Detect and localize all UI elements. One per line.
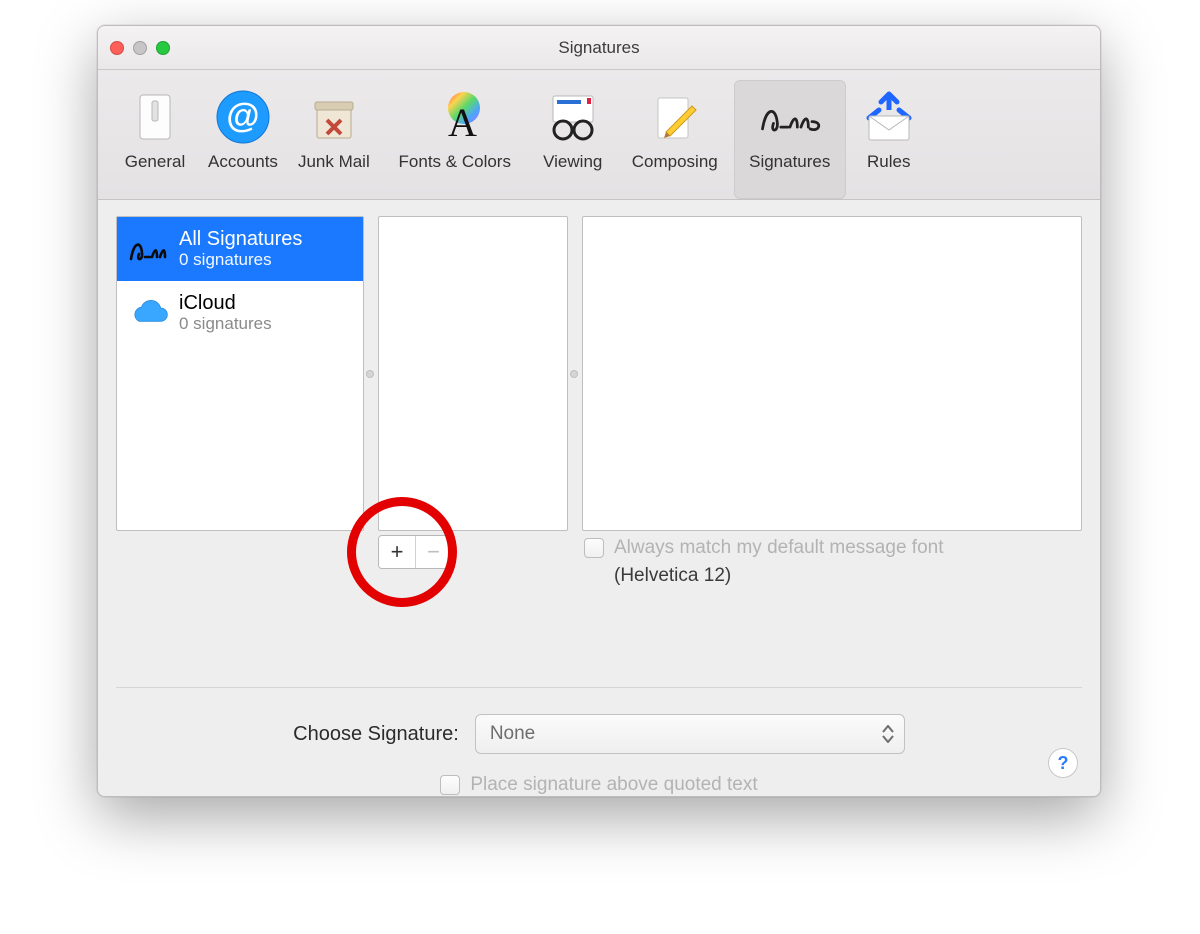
at-sign-icon: @ <box>210 84 276 150</box>
switch-icon <box>122 84 188 150</box>
account-item-icloud[interactable]: iCloud 0 signatures <box>117 281 363 345</box>
tab-junk-mail[interactable]: Junk Mail <box>288 80 380 199</box>
minimize-window-button[interactable] <box>133 41 147 55</box>
icloud-icon <box>127 291 171 335</box>
tab-fonts-colors[interactable]: A Fonts & Colors <box>380 80 530 199</box>
tab-general[interactable]: General <box>112 80 198 199</box>
svg-text:A: A <box>448 100 477 145</box>
tab-composing[interactable]: Composing <box>616 80 734 199</box>
tab-label: Junk Mail <box>298 152 370 172</box>
signatures-content: All Signatures 0 signatures iCloud 0 <box>98 200 1100 796</box>
account-name: All Signatures <box>179 228 302 250</box>
glasses-icon <box>540 84 606 150</box>
window-title: Signatures <box>558 38 639 58</box>
choose-signature-value: None <box>490 723 535 745</box>
signature-list-pane[interactable] <box>378 216 568 531</box>
preferences-window: Signatures General @ <box>97 25 1101 797</box>
signature-preview-pane[interactable] <box>582 216 1082 531</box>
place-above-label: Place signature above quoted text <box>470 774 757 796</box>
match-font-note: (Helvetica 12) <box>614 565 1078 587</box>
signature-icon <box>757 84 823 150</box>
tab-label: Composing <box>632 152 718 172</box>
signature-icon <box>127 227 171 271</box>
add-remove-group: + − <box>378 535 452 569</box>
help-button[interactable]: ? <box>1048 748 1078 778</box>
account-count: 0 signatures <box>179 314 272 334</box>
choose-signature-row: Choose Signature: None <box>116 714 1082 754</box>
tab-label: Viewing <box>543 152 602 172</box>
place-above-checkbox[interactable] <box>440 775 460 795</box>
tab-label: Accounts <box>208 152 278 172</box>
account-name: iCloud <box>179 292 272 314</box>
tab-rules[interactable]: Rules <box>846 80 932 199</box>
divider <box>116 687 1082 688</box>
remove-signature-button[interactable]: − <box>415 536 451 568</box>
add-signature-button[interactable]: + <box>379 536 415 568</box>
choose-signature-select[interactable]: None <box>475 714 905 754</box>
tab-label: General <box>125 152 185 172</box>
titlebar: Signatures <box>98 26 1100 70</box>
account-count: 0 signatures <box>179 250 302 270</box>
preferences-toolbar: General @ Accounts <box>98 70 1100 200</box>
updown-icon <box>882 725 894 743</box>
tab-label: Fonts & Colors <box>399 152 511 172</box>
help-icon: ? <box>1058 753 1069 774</box>
trash-icon <box>301 84 367 150</box>
tab-viewing[interactable]: Viewing <box>530 80 616 199</box>
match-font-label: Always match my default message font <box>614 537 943 559</box>
accounts-pane[interactable]: All Signatures 0 signatures iCloud 0 <box>116 216 364 531</box>
tab-accounts[interactable]: @ Accounts <box>198 80 288 199</box>
compose-icon <box>642 84 708 150</box>
rules-icon <box>856 84 922 150</box>
match-font-checkbox[interactable] <box>584 538 604 558</box>
tab-signatures[interactable]: Signatures <box>734 80 846 199</box>
tab-label: Rules <box>867 152 910 172</box>
below-panes: + − Always match my default message font… <box>116 541 1082 613</box>
window-controls <box>110 26 170 69</box>
zoom-window-button[interactable] <box>156 41 170 55</box>
account-item-all-signatures[interactable]: All Signatures 0 signatures <box>117 217 363 281</box>
match-font-group: Always match my default message font (He… <box>584 537 1078 587</box>
tab-label: Signatures <box>749 152 830 172</box>
choose-signature-label: Choose Signature: <box>293 723 459 746</box>
svg-text:@: @ <box>226 97 259 135</box>
fonts-colors-icon: A <box>422 84 488 150</box>
close-window-button[interactable] <box>110 41 124 55</box>
panes-row: All Signatures 0 signatures iCloud 0 <box>116 216 1082 531</box>
place-above-row: Place signature above quoted text <box>116 774 1082 796</box>
